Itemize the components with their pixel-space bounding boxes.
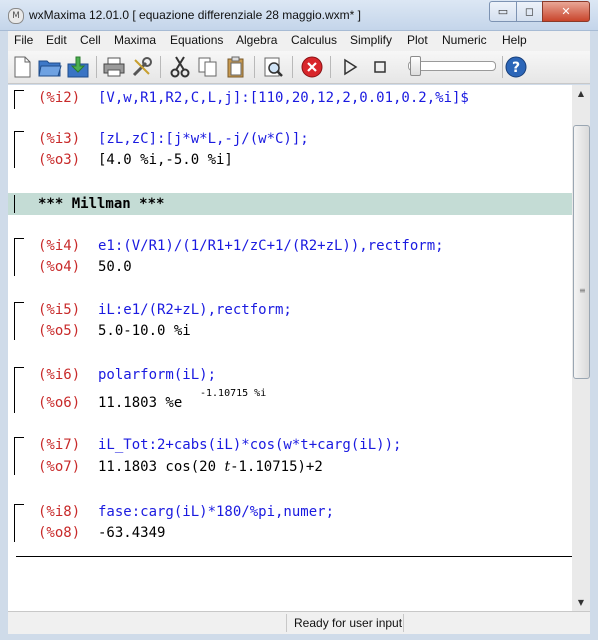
output-part-a: 11.1803 cos(20 [98,459,225,475]
menu-numeric[interactable]: Numeric [442,33,487,47]
maxima-icon: M [8,8,24,24]
status-text: Ready for user input [294,616,403,630]
output-label: (%o3) [38,152,81,168]
input-label: (%i5) [38,302,81,318]
grip-icon: ≡ [579,286,586,295]
input-code[interactable]: e1:(V/R1)/(1/R1+1/zC+1/(R2+zL)),rectform… [98,238,444,254]
menu-bar: File Edit Cell Maxima Equations Algebra … [8,31,590,51]
toolbar-separator [292,56,293,78]
save-icon[interactable] [66,55,90,79]
input-code[interactable]: polarform(iL); [98,367,216,383]
scroll-down-arrow[interactable]: ▼ [572,594,590,611]
insertion-cursor-line [16,556,572,557]
menu-maxima[interactable]: Maxima [114,33,156,47]
cell-bracket[interactable] [14,504,23,542]
animation-slider[interactable] [408,61,496,71]
stop-icon[interactable] [368,55,392,79]
input-label: (%i3) [38,131,81,147]
output-exponent: -1.10715 %i [200,388,267,399]
scroll-up-arrow[interactable]: ▲ [572,85,590,102]
input-label: (%i8) [38,504,81,520]
copy-icon[interactable] [196,55,220,79]
input-code[interactable]: fase:carg(iL)*180/%pi,numer; [98,504,334,520]
cell-bracket[interactable] [14,437,23,475]
cell-bracket[interactable] [14,195,23,213]
menu-file[interactable]: File [14,33,33,47]
status-divider [403,614,404,632]
title-bar: M wxMaxima 12.01.0 [ equazione differenz… [0,0,598,31]
output-value: 5.0-10.0 %i [98,323,191,339]
menu-cell[interactable]: Cell [80,33,101,47]
paste-icon[interactable] [224,55,248,79]
input-label: (%i7) [38,437,81,453]
interrupt-icon[interactable] [300,55,324,79]
cut-icon[interactable] [168,55,192,79]
maximize-button[interactable]: ◻ [516,1,543,22]
print-icon[interactable] [102,55,126,79]
svg-text:?: ? [512,60,520,76]
close-button[interactable]: ✕ [542,1,590,22]
menu-edit[interactable]: Edit [46,33,67,47]
open-folder-icon[interactable] [38,55,62,79]
menu-algebra[interactable]: Algebra [236,33,277,47]
new-document-icon[interactable] [10,55,34,79]
output-value: -63.4349 [98,525,166,541]
output-label: (%o8) [38,525,81,541]
toolbar-separator [502,56,503,78]
cell-bracket[interactable] [14,238,23,276]
cell-bracket[interactable] [14,302,23,340]
toolbar: ? [8,51,590,84]
minimize-button[interactable]: ▭ [489,1,517,22]
toolbar-separator [330,56,331,78]
cell-bracket[interactable] [14,131,23,168]
toolbar-separator [254,56,255,78]
output-value: 11.1803 %e [98,395,183,411]
menu-equations[interactable]: Equations [170,33,223,47]
output-value: 50.0 [98,259,132,275]
menu-simplify[interactable]: Simplify [350,33,392,47]
cell-bracket[interactable] [14,90,23,109]
output-part-b: -1.10715)+2 [230,459,323,475]
section-cell[interactable]: *** Millman *** [8,193,572,215]
input-label: (%i4) [38,238,81,254]
output-label: (%o5) [38,323,81,339]
cell-bracket[interactable] [14,367,23,413]
input-code[interactable]: iL:e1/(R2+zL),rectform; [98,302,292,318]
input-label: (%i2) [38,90,81,106]
scrollbar-thumb[interactable]: ≡ [573,125,590,379]
window-title: wxMaxima 12.01.0 [ equazione differenzia… [29,8,361,22]
menu-calculus[interactable]: Calculus [291,33,337,47]
play-icon[interactable] [338,55,362,79]
output-label: (%o4) [38,259,81,275]
menu-help[interactable]: Help [502,33,527,47]
input-code[interactable]: [zL,zC]:[j*w*L,-j/(w*C)]; [98,131,309,147]
menu-plot[interactable]: Plot [407,33,428,47]
input-label: (%i6) [38,367,81,383]
input-code[interactable]: [V,w,R1,R2,C,L,j]:[110,20,12,2,0.01,0.2,… [98,90,469,106]
slider-thumb[interactable] [410,56,421,76]
find-icon[interactable] [262,55,286,79]
preferences-icon[interactable] [130,55,154,79]
help-icon[interactable]: ? [504,55,528,79]
toolbar-separator [96,56,97,78]
output-value: [4.0 %i,-5.0 %i] [98,152,233,168]
vertical-scrollbar[interactable]: ▲ ≡ ▼ [572,85,590,611]
status-bar: Ready for user input [8,611,590,634]
toolbar-separator [160,56,161,78]
output-label: (%o7) [38,459,81,475]
section-title[interactable]: *** Millman *** [38,196,164,212]
worksheet[interactable]: (%i2) [V,w,R1,R2,C,L,j]:[110,20,12,2,0.0… [8,85,572,611]
status-left-pane [8,614,287,632]
input-code[interactable]: iL_Tot:2+cabs(iL)*cos(w*t+carg(iL)); [98,437,401,453]
output-label: (%o6) [38,395,81,411]
output-value: 11.1803 cos(20 t-1.10715)+2 [98,459,323,475]
